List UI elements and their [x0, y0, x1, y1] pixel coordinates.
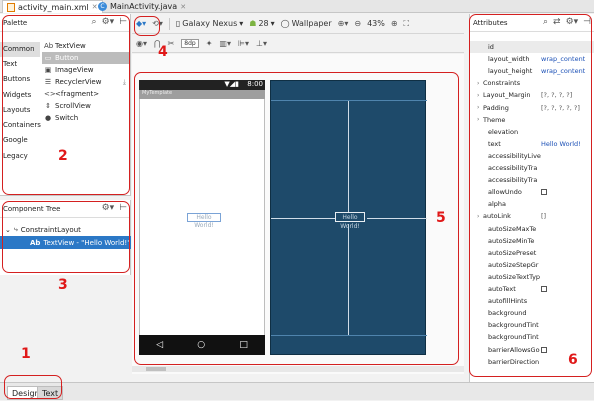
- scrollbar-thumb[interactable]: [146, 367, 166, 371]
- annotation-label-3: 3: [58, 277, 68, 293]
- guidelines-icon[interactable]: ⊥▾: [256, 39, 267, 48]
- device-icon: ▯: [175, 19, 181, 28]
- api-level-selector[interactable]: ☗ 28 ▾: [249, 19, 274, 28]
- annotation-box-attributes: [469, 14, 592, 377]
- annotation-label-2: 2: [58, 148, 68, 164]
- annotation-label-4: 4: [158, 44, 168, 60]
- device-selector[interactable]: ▯ Galaxy Nexus ▾: [176, 19, 243, 28]
- tab-activity-main-xml[interactable]: activity_main.xml ✕: [2, 0, 103, 13]
- zoom-in-icon[interactable]: ⊕: [391, 19, 398, 28]
- annotation-label-5: 5: [436, 210, 446, 226]
- design-toolbar: ◆▾ ⟲▾ ▯ Galaxy Nexus ▾ ☗ 28 ▾ ◯ Wallpaper ⊕▾ …: [132, 14, 464, 34]
- theme-selector[interactable]: ◯ Wallpaper: [281, 19, 332, 28]
- theme-icon: ◯: [280, 19, 290, 28]
- close-icon[interactable]: ✕: [180, 3, 186, 11]
- annotation-box-palette: [2, 15, 130, 195]
- annotation-box-editor: [134, 72, 459, 365]
- annotation-label-1: 1: [21, 346, 31, 362]
- xml-file-icon: [7, 2, 15, 12]
- pack-icon[interactable]: ▥▾: [219, 39, 231, 48]
- zoom-level: 43%: [367, 19, 385, 28]
- editor-file-tabs: activity_main.xml ✕ C MainActivity.java …: [0, 0, 594, 13]
- device-label: Galaxy Nexus: [182, 19, 238, 28]
- toolbar-divider: [168, 17, 170, 30]
- constraint-toolbar: ◉▾ ⋂ ✂ 8dp ✦ ▥▾ ⊫▾ ⊥▾: [132, 35, 464, 53]
- default-margin-button[interactable]: 8dp: [181, 39, 199, 48]
- eye-icon[interactable]: ◉▾: [136, 39, 147, 48]
- annotation-box-mode-tabs: [4, 375, 62, 399]
- clear-constraints-icon[interactable]: ✂: [168, 39, 175, 48]
- tab-label: activity_main.xml: [18, 2, 89, 12]
- tab-mainactivity-java[interactable]: C MainActivity.java ✕: [94, 0, 190, 13]
- editor-mode-tabs: Design Text: [0, 382, 594, 400]
- annotation-label-6: 6: [568, 352, 578, 368]
- theme-label: Wallpaper: [291, 19, 332, 28]
- horizontal-scrollbar[interactable]: [132, 366, 464, 372]
- api-label: 28: [258, 19, 269, 28]
- zoom-out-icon[interactable]: ⊖: [354, 19, 361, 28]
- annotation-box-design-surface: [134, 16, 160, 36]
- java-class-icon: C: [98, 2, 107, 11]
- annotation-box-component-tree: [2, 201, 130, 273]
- zoom-to-fit-icon[interactable]: ⛶: [404, 19, 410, 29]
- margin-value: 8dp: [181, 39, 199, 48]
- align-icon[interactable]: ⊫▾: [238, 39, 249, 48]
- infer-constraints-icon[interactable]: ✦: [206, 39, 213, 48]
- locale-button[interactable]: ⊕▾: [338, 19, 349, 28]
- android-icon: ☗: [249, 19, 257, 28]
- tab-label: MainActivity.java: [110, 2, 178, 11]
